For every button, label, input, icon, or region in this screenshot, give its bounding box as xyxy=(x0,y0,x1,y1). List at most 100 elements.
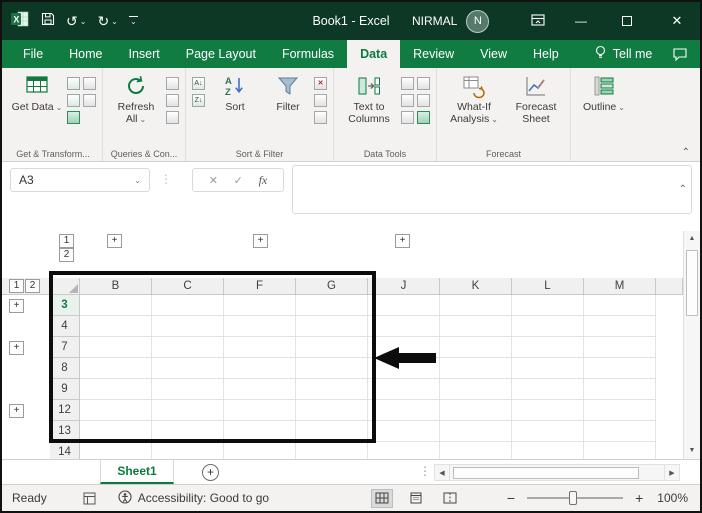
minimize-button[interactable]: — xyxy=(558,2,604,40)
grid-cell[interactable] xyxy=(440,379,512,400)
accessibility-status-button[interactable]: Accessibility: Good to go xyxy=(118,489,269,507)
properties-icon[interactable] xyxy=(166,94,179,107)
forecast-sheet-button[interactable]: Forecast Sheet xyxy=(508,71,564,125)
grid-cell[interactable] xyxy=(224,379,296,400)
row-outline-level-1-button[interactable]: 1 xyxy=(9,279,24,293)
zoom-level[interactable]: 100% xyxy=(657,491,688,505)
zoom-in-button[interactable]: + xyxy=(635,490,643,506)
new-sheet-button[interactable]: + xyxy=(202,464,219,481)
existing-connections-icon[interactable] xyxy=(83,94,96,107)
grid-cell[interactable] xyxy=(296,379,368,400)
grid-cell[interactable] xyxy=(80,421,152,442)
row-outline-level-2-button[interactable]: 2 xyxy=(25,279,40,293)
scroll-left-icon[interactable]: ◀ xyxy=(434,464,450,481)
grid-cell[interactable] xyxy=(584,316,656,337)
save-icon[interactable] xyxy=(41,12,55,31)
grid-cell[interactable] xyxy=(440,337,512,358)
queries-connections-icon[interactable] xyxy=(166,77,179,90)
from-web-icon[interactable] xyxy=(67,94,80,107)
consolidate-icon[interactable] xyxy=(417,77,430,90)
comments-icon[interactable] xyxy=(672,47,688,65)
grid-cell[interactable] xyxy=(440,442,512,459)
grid-cell[interactable] xyxy=(440,400,512,421)
from-table-range-icon[interactable] xyxy=(67,111,80,124)
macro-record-icon[interactable] xyxy=(83,492,96,505)
grid-cell[interactable] xyxy=(80,316,152,337)
grid-cell[interactable] xyxy=(368,400,440,421)
grid-cell[interactable] xyxy=(80,400,152,421)
grid-cell[interactable] xyxy=(368,379,440,400)
advanced-filter-icon[interactable] xyxy=(314,111,327,124)
row-header[interactable]: 4 xyxy=(50,316,80,337)
grid-cell[interactable] xyxy=(584,400,656,421)
row-group-expand-button[interactable]: + xyxy=(9,341,24,355)
grid-cell[interactable] xyxy=(368,316,440,337)
grid-cell[interactable] xyxy=(440,316,512,337)
get-data-button[interactable]: Get Data ⌄ xyxy=(10,71,64,114)
grid-cell[interactable] xyxy=(224,316,296,337)
sort-descending-icon[interactable]: Z↓ xyxy=(192,94,205,107)
grid-cell[interactable] xyxy=(440,421,512,442)
grid-cell[interactable] xyxy=(368,442,440,459)
account-button[interactable]: NIRMAL N xyxy=(412,2,490,40)
grid-cell[interactable] xyxy=(368,295,440,316)
grid-cell[interactable] xyxy=(512,421,584,442)
sort-ascending-icon[interactable]: A↓ xyxy=(192,77,205,90)
name-box[interactable]: A3 ⌄ xyxy=(10,168,150,192)
tab-data[interactable]: Data xyxy=(347,40,401,68)
text-to-columns-button[interactable]: Text to Columns xyxy=(340,71,398,125)
tab-review[interactable]: Review xyxy=(400,40,467,68)
filter-button[interactable]: Filter xyxy=(265,71,311,113)
horizontal-scrollbar-thumb[interactable] xyxy=(453,467,640,479)
horizontal-scrollbar[interactable]: ◀ ▶ xyxy=(434,464,680,481)
remove-duplicates-icon[interactable] xyxy=(401,94,414,107)
row-header[interactable]: 9 xyxy=(50,379,80,400)
grid-cell[interactable] xyxy=(224,358,296,379)
customize-quick-access-button[interactable]: ⌄ xyxy=(128,16,138,26)
grid-cell[interactable] xyxy=(512,316,584,337)
grid-cell[interactable] xyxy=(584,379,656,400)
clear-filter-icon[interactable]: ✕ xyxy=(314,77,327,90)
vertical-scrollbar-thumb[interactable] xyxy=(686,250,698,316)
maximize-button[interactable] xyxy=(604,2,650,40)
zoom-slider[interactable] xyxy=(527,491,624,505)
grid-cell[interactable] xyxy=(512,379,584,400)
what-if-analysis-button[interactable]: What-If Analysis ⌄ xyxy=(443,71,505,126)
grid-cell[interactable] xyxy=(296,337,368,358)
grid-cell[interactable] xyxy=(152,400,224,421)
grid-cell[interactable] xyxy=(368,421,440,442)
recent-sources-icon[interactable] xyxy=(83,77,96,90)
grid-cell[interactable] xyxy=(584,358,656,379)
grid-cell[interactable] xyxy=(296,358,368,379)
grid-cell[interactable] xyxy=(80,379,152,400)
grid-cell[interactable] xyxy=(224,295,296,316)
row-header[interactable]: 13 xyxy=(50,421,80,442)
tab-view[interactable]: View xyxy=(467,40,520,68)
tab-page-layout[interactable]: Page Layout xyxy=(173,40,269,68)
grid-cell[interactable] xyxy=(584,442,656,459)
expand-formula-bar-icon[interactable]: ⌃ xyxy=(679,184,687,195)
grid-cell[interactable] xyxy=(224,442,296,459)
row-header[interactable]: 8 xyxy=(50,358,80,379)
grid-cell[interactable] xyxy=(296,295,368,316)
sort-button[interactable]: A Z Sort xyxy=(208,71,262,113)
page-layout-view-button[interactable] xyxy=(405,489,427,508)
grid-cell[interactable] xyxy=(512,358,584,379)
grid-cell[interactable] xyxy=(152,295,224,316)
grid-cell[interactable] xyxy=(296,400,368,421)
outline-button[interactable]: Outline ⌄ xyxy=(577,71,631,114)
data-validation-icon[interactable] xyxy=(401,111,414,124)
tab-scrollbar-splitter-icon[interactable]: ⋮ xyxy=(419,464,431,478)
workbook-links-icon[interactable] xyxy=(166,111,179,124)
grid-cell[interactable] xyxy=(224,400,296,421)
scroll-up-icon[interactable]: ▲ xyxy=(684,231,700,247)
tab-home[interactable]: Home xyxy=(56,40,115,68)
grid-cell[interactable] xyxy=(80,295,152,316)
row-header[interactable]: 3 xyxy=(50,295,80,316)
row-header[interactable]: 14 xyxy=(50,442,80,459)
grid-cell[interactable] xyxy=(296,316,368,337)
grid-cell[interactable] xyxy=(512,337,584,358)
grid-cell[interactable] xyxy=(296,421,368,442)
tell-me-button[interactable]: Tell me xyxy=(586,40,661,68)
grid-cell[interactable] xyxy=(440,358,512,379)
